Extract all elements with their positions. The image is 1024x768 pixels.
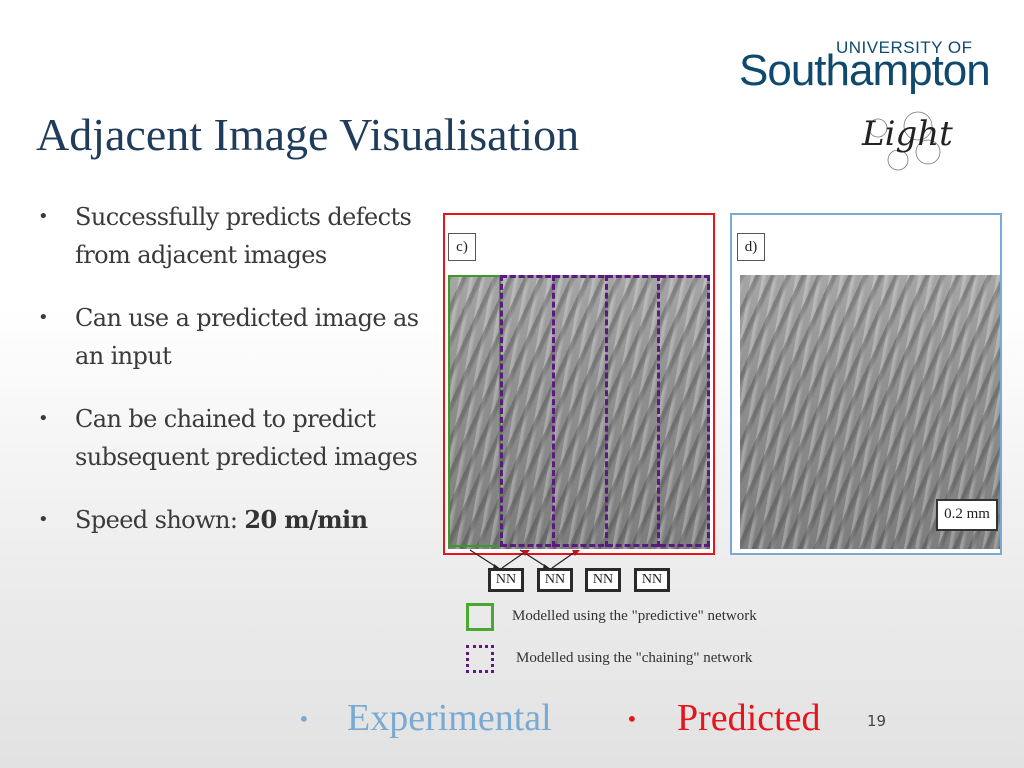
nn-box: NN [537,568,573,592]
logo-light-text: Light [862,114,953,154]
legend-predictive-text: Modelled using the "predictive" network [512,608,757,624]
chaining-divider [657,275,660,547]
legend-chaining-swatch [466,645,494,673]
predicted-bullet: • [626,707,638,731]
legend-predictive-swatch [466,603,494,631]
experimental-bullet: • [298,707,310,731]
panel-c-label: c) [448,233,476,261]
chaining-divider [552,275,555,547]
nn-box: NN [488,568,524,592]
logo-southampton: Southampton [739,46,991,95]
predicted-key-label: Predicted [677,697,821,739]
bullet-item-speed: • Speed shown: 20 m/min [38,505,368,534]
experimental-key-label: Experimental [347,697,552,739]
bullet-item: • Can use a predicted image as an input [38,304,419,370]
bullet-item: • Successfully predicts defects from adja… [38,203,412,269]
nn-box: NN [585,568,621,592]
experimental-panel-d: d) 0.2 mm [730,213,1002,555]
predicted-panel-c: c) [443,213,715,555]
bullet-list: • Successfully predicts defects from adja… [30,198,450,564]
bullet-item: • Can be chained to predict subsequent pr… [38,405,418,471]
panel-d-label: d) [737,233,765,261]
predictive-region-box [448,275,501,547]
speed-value: 20 m/min [244,505,368,534]
chaining-divider [605,275,608,547]
legend-chaining-text: Modelled using the "chaining" network [516,650,753,666]
page-number: 19 [867,712,887,730]
chaining-divider [500,275,503,547]
slide-title: Adjacent Image Visualisation [36,109,580,160]
scale-bar: 0.2 mm [936,499,998,531]
nn-box: NN [634,568,670,592]
light-logo: Light [858,108,953,178]
